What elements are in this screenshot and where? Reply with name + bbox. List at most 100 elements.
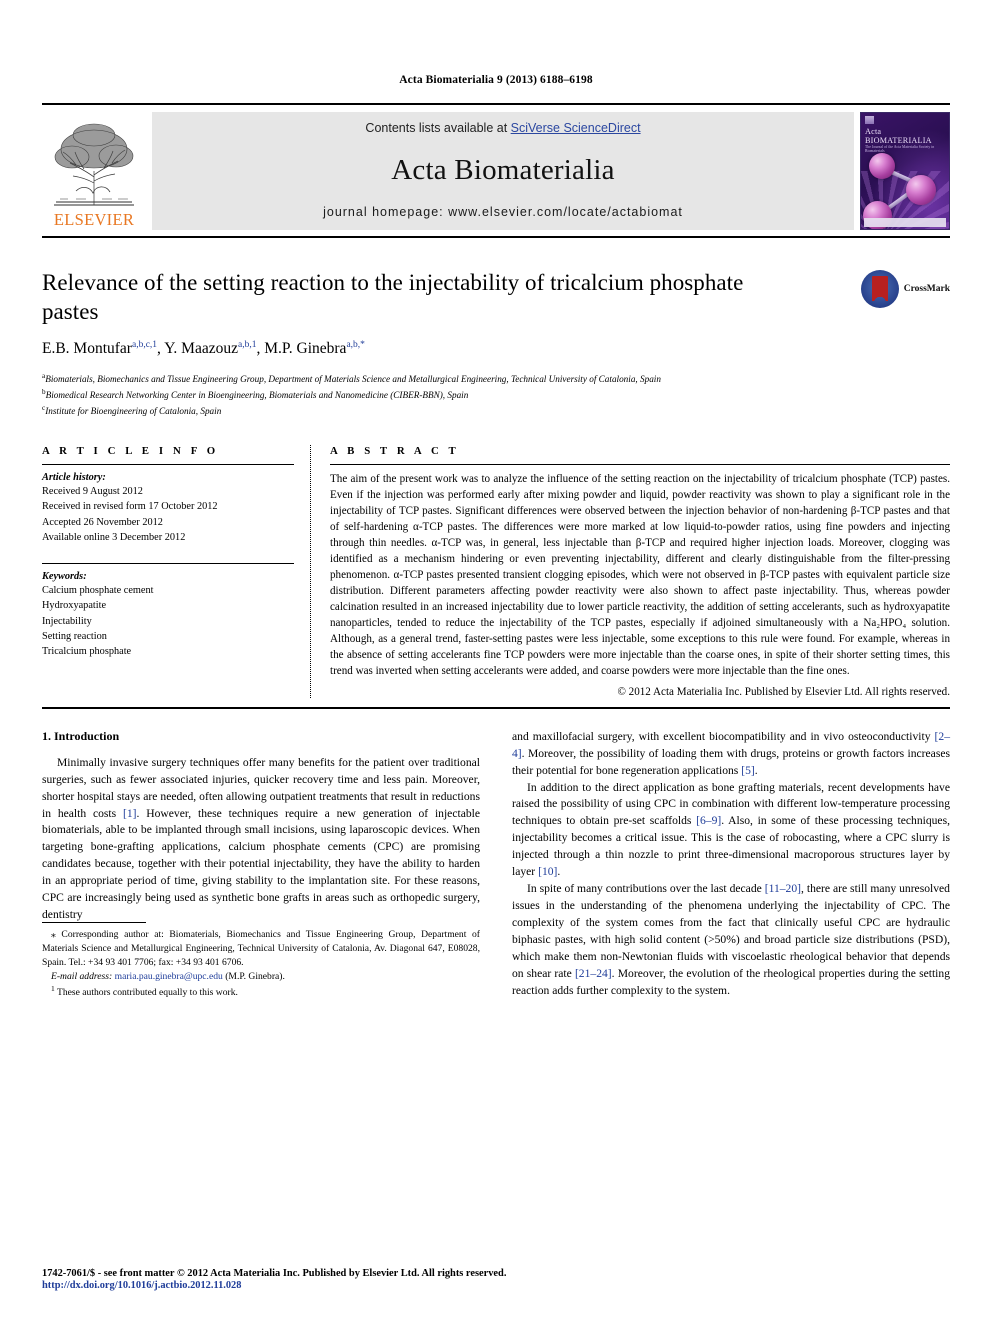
section-heading-introduction: 1. Introduction bbox=[42, 728, 120, 743]
title-block: Relevance of the setting reaction to the… bbox=[42, 268, 950, 327]
contents-prefix: Contents lists available at bbox=[365, 121, 511, 135]
citation-ref[interactable]: [21–24] bbox=[575, 967, 612, 980]
citation-ref[interactable]: [2–4] bbox=[512, 730, 950, 760]
cover-elsevier-mark-icon bbox=[865, 116, 874, 124]
affiliation-text: Institute for Bioengineering of Cataloni… bbox=[45, 406, 222, 417]
abstract-copyright: © 2012 Acta Materialia Inc. Published by… bbox=[617, 685, 950, 698]
imprint-block: 1742-7061/$ - see front matter © 2012 Ac… bbox=[42, 1268, 742, 1291]
cover-footer-bar bbox=[864, 218, 946, 227]
history-item: Accepted 26 November 2012 bbox=[42, 516, 163, 528]
info-abstract-row: A R T I C L E I N F O Article history: R… bbox=[42, 445, 950, 698]
history-item: Available online 3 December 2012 bbox=[42, 531, 186, 543]
affiliation-item: bBiomedical Research Networking Center i… bbox=[42, 387, 950, 403]
author-affil-marks: a,b,1 bbox=[237, 339, 257, 350]
cover-subtitle-text: The Journal of the Acta Materialia Socie… bbox=[865, 145, 935, 153]
keyword-item: Calcium phosphate cement bbox=[42, 585, 154, 597]
paragraph: In spite of many contributions over the … bbox=[512, 882, 951, 997]
author-name: E.B. Montufar bbox=[42, 340, 132, 358]
author-list: E.B. Montufara,b,c,1, Y. Maazouza,b,1, M… bbox=[42, 340, 950, 358]
footnote-rule bbox=[42, 922, 146, 924]
cover-sphere-icon bbox=[906, 175, 936, 205]
abstract-column: A B S T R A C T The aim of the present w… bbox=[330, 445, 950, 698]
elsevier-tree-icon bbox=[54, 123, 134, 206]
affiliation-text: Biomedical Research Networking Center in… bbox=[45, 390, 469, 401]
title-text-wrap: Relevance of the setting reaction to the… bbox=[42, 268, 832, 327]
author-name: Y. Maazouz bbox=[164, 340, 238, 358]
footnote-block: ⁎ Corresponding author at: Biomaterials,… bbox=[42, 922, 480, 999]
article-info-rule bbox=[42, 464, 294, 466]
email-address-label: E-mail address: bbox=[51, 970, 113, 982]
article-first-page: Acta Biomaterialia 9 (2013) 6188–6198 EL… bbox=[0, 0, 992, 1323]
keywords-block: Keywords: Calcium phosphate cement Hydro… bbox=[42, 563, 294, 659]
footnote-asterisk-mark: ⁎ bbox=[51, 929, 62, 941]
crossmark-icon bbox=[860, 270, 899, 308]
imprint-doi-link[interactable]: http://dx.doi.org/10.1016/j.actbio.2012.… bbox=[42, 1280, 742, 1291]
contents-available-line: Contents lists available at SciVerse Sci… bbox=[365, 121, 640, 135]
footnote-corresponding-text: Corresponding author at: Biomaterials, B… bbox=[42, 929, 480, 968]
journal-homepage-line[interactable]: journal homepage: www.elsevier.com/locat… bbox=[323, 205, 683, 219]
body-columns: 1. Introduction Minimally invasive surge… bbox=[42, 729, 950, 1000]
abstract-rule bbox=[330, 464, 950, 466]
keyword-item: Tricalcium phosphate bbox=[42, 646, 132, 658]
cover-title-text: Acta BIOMATERIALIA bbox=[865, 127, 932, 146]
keywords-rule bbox=[42, 563, 294, 565]
article-history-label: Article history: bbox=[42, 472, 106, 484]
author-affil-marks: a,b,c,1 bbox=[131, 339, 158, 350]
info-abstract-divider bbox=[310, 445, 312, 698]
cover-sphere-icon bbox=[869, 153, 895, 179]
affiliation-list: aBiomaterials, Biomechanics and Tissue E… bbox=[42, 371, 950, 419]
footnote-mark-1: 1 bbox=[51, 983, 55, 993]
keywords-label: Keywords: bbox=[42, 571, 87, 583]
author-entry: E.B. Montufara,b,c,1, bbox=[42, 340, 164, 357]
banner-center: Contents lists available at SciVerse Sci… bbox=[152, 112, 854, 230]
paragraph: and maxillofacial surgery, with excellen… bbox=[512, 729, 950, 777]
footnote-equal-contribution-text: These authors contributed equally to thi… bbox=[56, 986, 238, 998]
footnote-email: E-mail address: maria.pau.ginebra@upc.ed… bbox=[42, 970, 480, 984]
keywords-list: Calcium phosphate cement Hydroxyapatite … bbox=[42, 583, 294, 659]
running-head: Acta Biomaterialia 9 (2013) 6188–6198 bbox=[399, 74, 593, 86]
paragraph: Minimally invasive surgery techniques of… bbox=[42, 755, 481, 922]
body-column-left: 1. Introduction Minimally invasive surge… bbox=[42, 729, 480, 1000]
article-info-column: A R T I C L E I N F O Article history: R… bbox=[42, 445, 310, 698]
keyword-item: Injectability bbox=[42, 615, 92, 627]
affiliation-item: cInstitute for Bioengineering of Catalon… bbox=[42, 403, 950, 419]
author-name: M.P. Ginebra bbox=[264, 340, 347, 358]
footnote-corresponding-author: ⁎ Corresponding author at: Biomaterials,… bbox=[42, 928, 480, 969]
journal-title: Acta Biomaterialia bbox=[391, 153, 615, 186]
abstract-text: The aim of the present work was to analy… bbox=[330, 473, 950, 677]
citation-ref[interactable]: [10] bbox=[538, 865, 557, 878]
citation-ref[interactable]: [11–20] bbox=[765, 882, 801, 895]
elsevier-logo: ELSEVIER bbox=[42, 112, 146, 230]
article-history-list: Received 9 August 2012 Received in revis… bbox=[42, 484, 294, 545]
journal-cover-thumbnail: Acta BIOMATERIALIA The Journal of the Ac… bbox=[860, 112, 950, 230]
affiliation-text: Biomaterials, Biomechanics and Tissue En… bbox=[45, 374, 661, 385]
body-column-right: and maxillofacial surgery, with excellen… bbox=[512, 729, 950, 1000]
author-entry: Y. Maazouza,b,1, bbox=[164, 340, 264, 357]
crossmark-badge-group[interactable]: CrossMark bbox=[832, 270, 950, 308]
keyword-item: Hydroxyapatite bbox=[42, 600, 107, 612]
author-affil-marks: a,b,* bbox=[346, 339, 365, 350]
cover-title: Acta BIOMATERIALIA The Journal of the Ac… bbox=[865, 127, 946, 154]
author-entry: M.P. Ginebraa,b,* bbox=[264, 340, 365, 357]
keyword-item: Setting reaction bbox=[42, 630, 107, 642]
affiliation-item: aBiomaterials, Biomechanics and Tissue E… bbox=[42, 371, 950, 387]
abstract-bottom-rule bbox=[42, 706, 950, 709]
paragraph: In addition to the direct application as… bbox=[512, 780, 950, 879]
citation-ref[interactable]: [5] bbox=[741, 764, 755, 777]
email-link[interactable]: maria.pau.ginebra@upc.edu bbox=[115, 971, 223, 982]
elsevier-wordmark: ELSEVIER bbox=[53, 209, 135, 229]
citation-ref[interactable]: [6–9] bbox=[696, 814, 721, 827]
page-title: Relevance of the setting reaction to the… bbox=[42, 270, 744, 325]
footnote-equal-contribution: 1 These authors contributed equally to t… bbox=[42, 984, 480, 1000]
email-owner: (M.P. Ginebra). bbox=[225, 970, 285, 982]
sciencedirect-link[interactable]: SciVerse ScienceDirect bbox=[511, 121, 641, 135]
history-item: Received in revised form 17 October 2012 bbox=[42, 501, 218, 513]
crossmark-label: CrossMark bbox=[903, 284, 950, 294]
banner-bottom-rule bbox=[42, 236, 950, 238]
journal-banner: ELSEVIER Contents lists available at Sci… bbox=[42, 103, 950, 238]
imprint-copyright-line: 1742-7061/$ - see front matter © 2012 Ac… bbox=[42, 1268, 507, 1279]
history-item: Received 9 August 2012 bbox=[42, 486, 143, 498]
abstract-heading: A B S T R A C T bbox=[330, 445, 460, 458]
article-info-heading: A R T I C L E I N F O bbox=[42, 445, 219, 458]
citation-ref[interactable]: [1] bbox=[123, 807, 137, 820]
